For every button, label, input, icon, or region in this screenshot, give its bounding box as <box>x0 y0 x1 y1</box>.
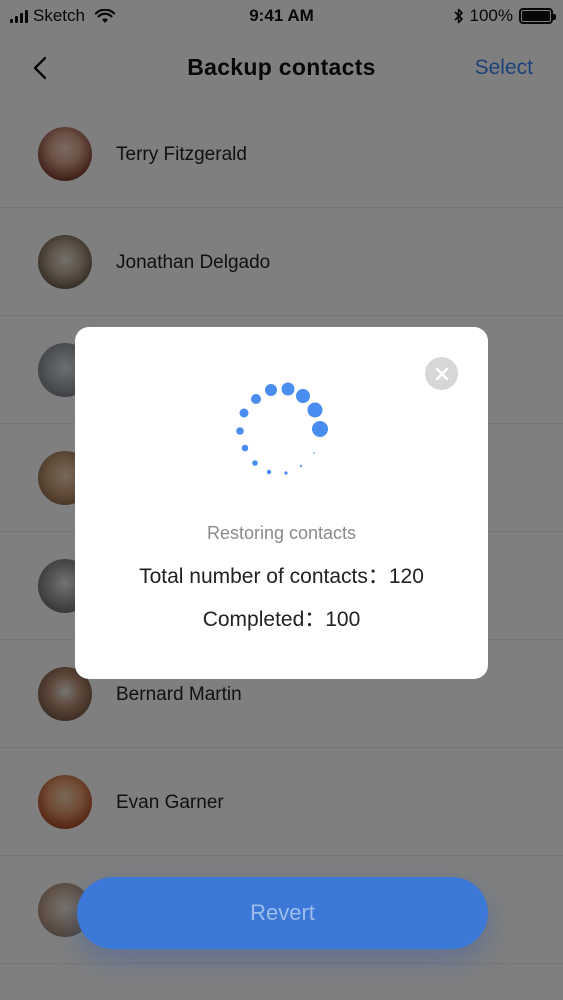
revert-button[interactable]: Revert <box>77 877 488 949</box>
loading-spinner-icon <box>236 382 328 475</box>
restore-status-text: Restoring contacts <box>206 523 357 543</box>
total-contacts-text: Total number of contacts：120 <box>139 565 424 588</box>
restore-progress-dialog: Restoring contacts Total number of conta… <box>75 327 488 679</box>
completed-contacts-text: Completed：100 <box>202 608 361 631</box>
